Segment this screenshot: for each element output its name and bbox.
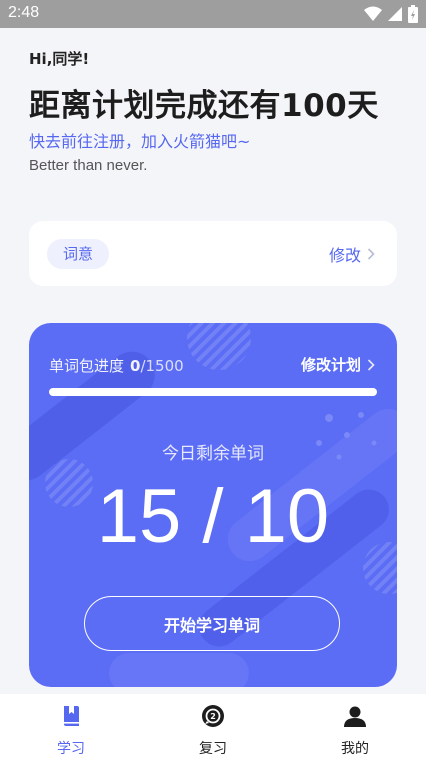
edit-mode-button[interactable]: 修改 (329, 242, 375, 266)
review-icon: 2 (202, 705, 224, 727)
motto-text: Better than never. (29, 157, 148, 174)
book-icon (64, 706, 79, 726)
tab-profile[interactable]: 我的 (284, 694, 426, 759)
edit-plan-button[interactable]: 修改计划 (301, 354, 375, 375)
bottom-tab-bar: 学习 2 复习 我的 (0, 694, 426, 759)
greeting: Hi,同学! (29, 50, 90, 68)
tab-study[interactable]: 学习 (0, 694, 142, 759)
battery-icon (408, 5, 418, 23)
progress-bar (49, 388, 377, 396)
progress-label: 单词包进度 0/1500 (49, 355, 184, 376)
tab-label-review: 复习 (199, 741, 227, 757)
remaining-words-count: 15 / 10 (96, 474, 330, 559)
status-time: 2:48 (8, 4, 40, 21)
chevron-right-icon (367, 248, 375, 260)
signal-icon (388, 7, 402, 21)
status-icons (364, 5, 418, 23)
chevron-right-icon (367, 358, 375, 371)
page-title: 距离计划完成还有100天 (29, 88, 379, 124)
user-icon (344, 706, 366, 727)
tab-label-profile: 我的 (341, 741, 369, 757)
study-plan-card: 单词包进度 0/1500 修改计划 今日剩余单词 15 / 10 开始学习单词 (29, 323, 397, 687)
edit-mode-label: 修改 (328, 246, 361, 265)
status-bar: 2:48 (0, 0, 426, 28)
tab-review[interactable]: 2 复习 (142, 694, 284, 759)
svg-text:2: 2 (210, 712, 216, 721)
wifi-icon (364, 6, 382, 21)
edit-plan-label: 修改计划 (300, 356, 361, 374)
start-learning-button[interactable]: 开始学习单词 (84, 596, 340, 651)
study-mode-card: 词意 修改 (29, 221, 397, 286)
study-mode-chip[interactable]: 词意 (47, 239, 109, 269)
progress-total: /1500 (140, 357, 184, 375)
remaining-words-label: 今日剩余单词 (162, 444, 264, 464)
register-link[interactable]: 快去前往注册，加入火箭猫吧~ (29, 128, 250, 152)
progress-current: 0 (130, 357, 141, 375)
progress-title: 单词包进度 (49, 357, 125, 375)
tab-label-study: 学习 (57, 741, 85, 757)
